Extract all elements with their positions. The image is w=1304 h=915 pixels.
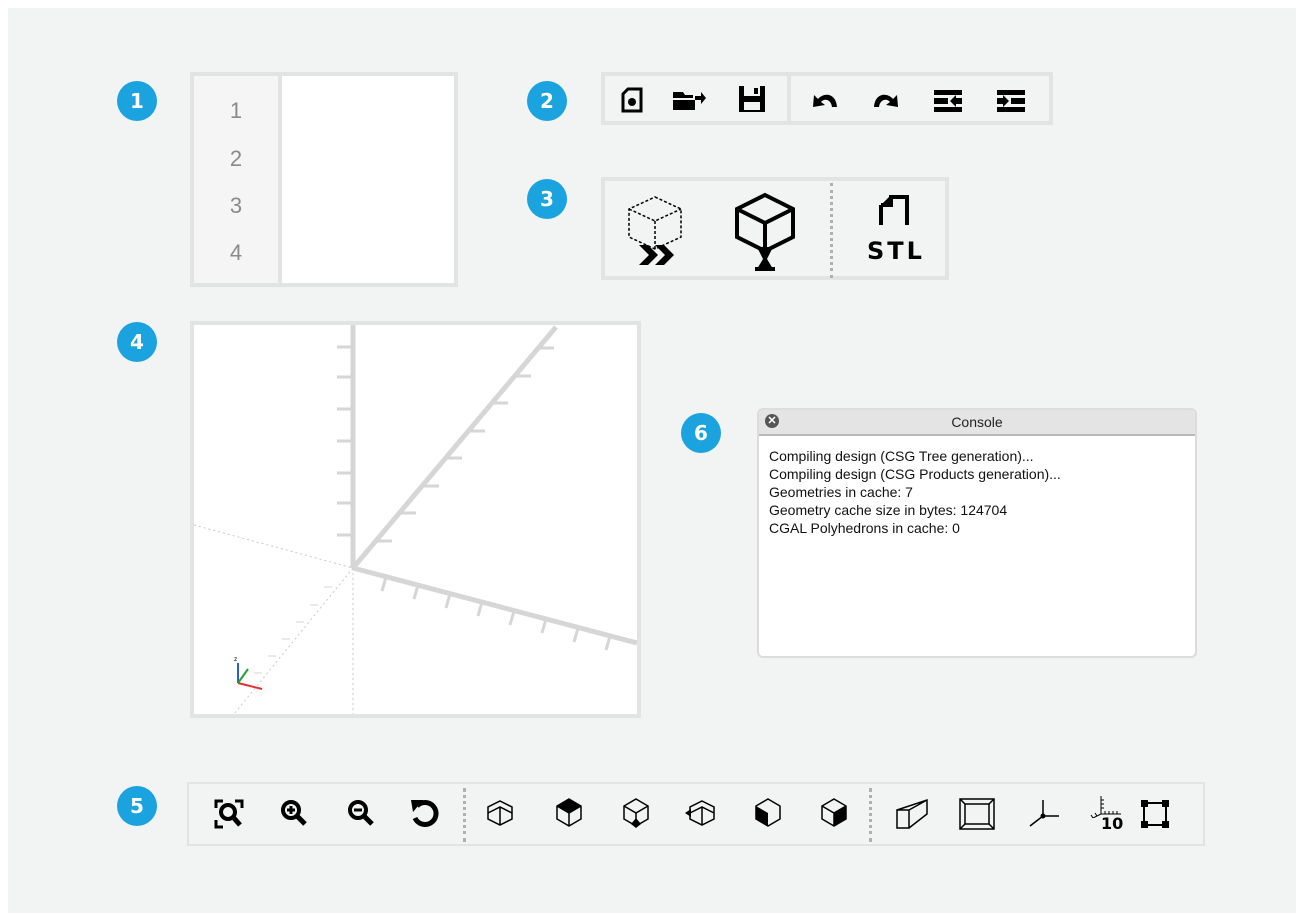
reset-view-icon[interactable] xyxy=(409,796,441,830)
undo-icon[interactable] xyxy=(810,89,840,113)
perspective-icon[interactable] xyxy=(893,796,933,832)
svg-text:z: z xyxy=(234,656,237,663)
code-editor[interactable]: 1 2 3 4 xyxy=(190,72,458,287)
console-line: Compiling design (CSG Products generatio… xyxy=(769,466,1061,482)
3d-viewport[interactable]: z xyxy=(190,321,641,718)
viewport-scene: z xyxy=(194,325,637,714)
view-top-icon[interactable] xyxy=(554,796,584,828)
console-line: Geometries in cache: 7 xyxy=(769,484,913,500)
new-file-icon[interactable] xyxy=(619,86,645,114)
line-number: 4 xyxy=(229,240,243,265)
toolbar-separator xyxy=(830,183,833,278)
preview-icon[interactable] xyxy=(625,191,695,271)
badge-1: 1 xyxy=(117,81,157,121)
line-number-gutter: 1 2 3 4 xyxy=(194,76,282,283)
view-left-icon[interactable] xyxy=(685,798,719,828)
console-output: Compiling design (CSG Tree generation)..… xyxy=(759,436,1195,548)
zoom-out-icon[interactable] xyxy=(346,798,376,828)
console-header: ✕ Console xyxy=(759,410,1195,436)
render-icon[interactable] xyxy=(731,191,799,273)
badge-4: 4 xyxy=(117,322,157,362)
show-scale-markers-icon[interactable]: 10 xyxy=(1081,794,1125,836)
view-front-icon[interactable] xyxy=(753,796,783,828)
editor-toolbar xyxy=(601,72,1053,125)
show-axes-icon[interactable] xyxy=(1027,798,1061,828)
badge-5: 5 xyxy=(117,786,157,826)
badge-2: 2 xyxy=(527,81,567,121)
editor-text-area[interactable] xyxy=(286,76,454,283)
view-toolbar: 10 xyxy=(187,782,1205,846)
save-icon[interactable] xyxy=(737,84,767,114)
toolbar-separator xyxy=(787,76,791,121)
badge-6: 6 xyxy=(681,413,721,453)
stl-label: STL xyxy=(867,237,925,265)
indent-icon[interactable] xyxy=(995,88,1027,114)
zoom-in-icon[interactable] xyxy=(279,798,309,828)
orthogonal-icon[interactable] xyxy=(957,796,997,832)
view-bottom-icon[interactable] xyxy=(621,796,651,828)
file-outline-icon xyxy=(879,195,909,225)
toolbar-separator xyxy=(869,788,872,842)
console-line: Geometry cache size in bytes: 124704 xyxy=(769,502,1008,518)
view-back-icon[interactable] xyxy=(819,796,849,828)
scale-label: 10 xyxy=(1101,814,1124,833)
console-line: CGAL Polyhedrons in cache: 0 xyxy=(769,520,960,536)
unindent-icon[interactable] xyxy=(932,88,964,114)
show-edges-icon[interactable] xyxy=(1139,798,1171,830)
console-title: Console xyxy=(951,414,1003,430)
line-number: 3 xyxy=(229,193,243,218)
redo-icon[interactable] xyxy=(871,89,901,113)
export-stl-icon[interactable]: STL xyxy=(863,193,933,273)
design-toolbar: STL xyxy=(601,177,949,280)
line-number: 2 xyxy=(229,146,243,171)
open-folder-icon[interactable] xyxy=(671,88,707,112)
view-right-icon[interactable] xyxy=(485,798,515,828)
view-all-icon[interactable] xyxy=(213,798,245,830)
console-panel: ✕ Console Compiling design (CSG Tree gen… xyxy=(757,408,1197,658)
line-number: 1 xyxy=(229,98,243,123)
badge-3: 3 xyxy=(527,179,567,219)
console-line: Compiling design (CSG Tree generation)..… xyxy=(769,448,1034,464)
toolbar-separator xyxy=(463,788,466,842)
